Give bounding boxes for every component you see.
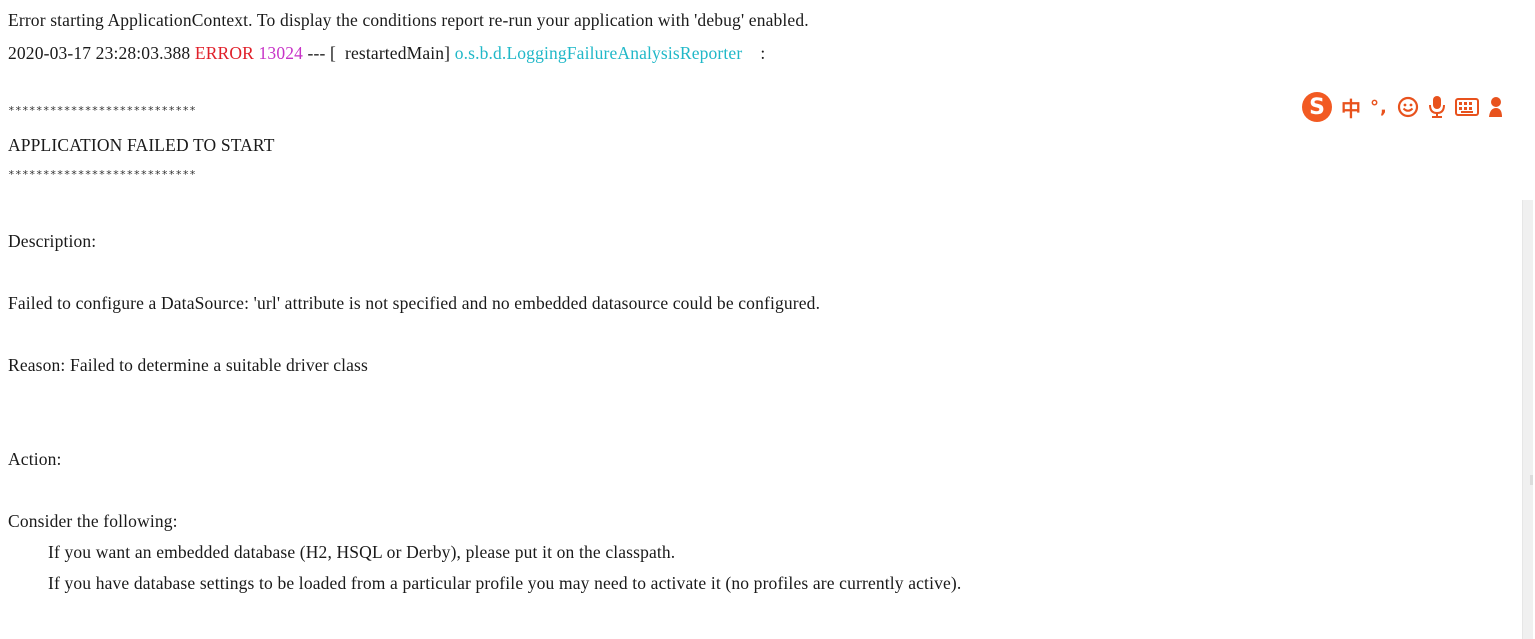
consider-text: Consider the following: xyxy=(8,511,178,531)
sogou-logo-icon[interactable]: S xyxy=(1302,92,1332,122)
log-pid: 13024 xyxy=(258,43,304,63)
scrollbar-marker xyxy=(1530,475,1533,485)
log-colon: : xyxy=(760,43,766,63)
ime-toolbar[interactable]: S 中 °, xyxy=(1296,92,1535,122)
user-icon[interactable] xyxy=(1488,95,1502,119)
microphone-icon[interactable] xyxy=(1428,95,1446,119)
log-line: 2020-03-17 23:28:03.388 ERROR 13024 --- … xyxy=(8,42,765,64)
ime-language-toggle[interactable]: 中 xyxy=(1341,93,1361,122)
banner-stars-top: *************************** xyxy=(8,104,197,117)
log-logger[interactable]: o.s.b.d.LoggingFailureAnalysisReporter xyxy=(455,43,743,63)
banner-stars-bottom: *************************** xyxy=(8,168,197,181)
scrollbar-thumb[interactable] xyxy=(1522,200,1533,639)
description-text: Failed to configure a DataSource: 'url' … xyxy=(8,293,821,313)
hint-profiles: If you have database settings to be load… xyxy=(48,573,962,593)
hint-embedded-db: If you want an embedded database (H2, HS… xyxy=(48,542,676,562)
keyboard-icon[interactable] xyxy=(1454,97,1479,117)
ime-punctuation-toggle[interactable]: °, xyxy=(1370,97,1388,118)
log-separator: --- [ xyxy=(307,43,336,63)
action-label: Action: xyxy=(8,449,62,469)
console-output: Error starting ApplicationContext. To di… xyxy=(0,0,1520,639)
smiley-icon[interactable] xyxy=(1397,96,1419,118)
description-label: Description: xyxy=(8,231,97,251)
banner-title: APPLICATION FAILED TO START xyxy=(8,135,275,155)
reason-text: Reason: Failed to determine a suitable d… xyxy=(8,355,368,375)
log-thread: restartedMain] xyxy=(335,43,451,63)
log-level: ERROR xyxy=(194,43,254,63)
log-timestamp: 2020-03-17 23:28:03.388 xyxy=(8,43,191,63)
startup-error-line: Error starting ApplicationContext. To di… xyxy=(8,10,809,30)
vertical-scrollbar[interactable] xyxy=(1520,0,1535,639)
